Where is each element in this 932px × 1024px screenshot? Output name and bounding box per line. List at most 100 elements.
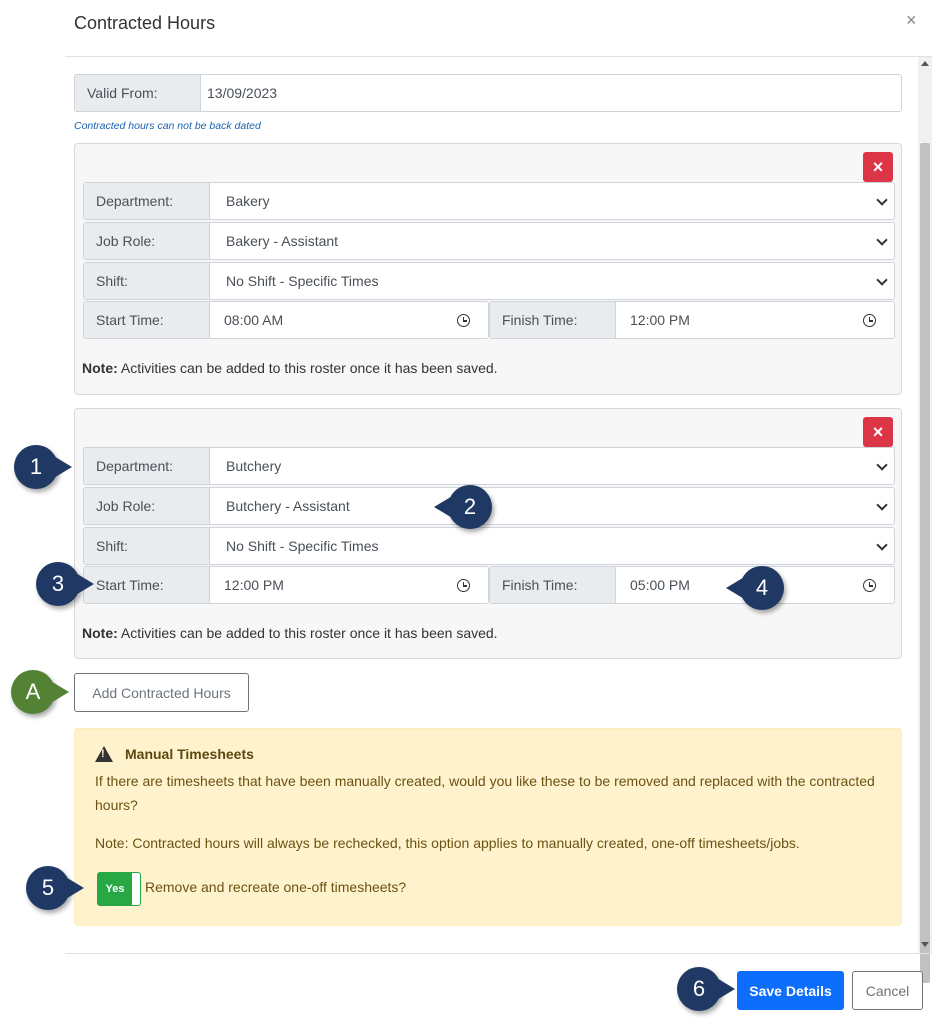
delete-roster-button[interactable]: × xyxy=(863,417,893,447)
callout-pointer xyxy=(715,977,735,1001)
start-time-group: Start Time: 08:00 AM xyxy=(83,301,489,339)
alert-title-text: Manual Timesheets xyxy=(125,746,254,762)
chevron-down-icon xyxy=(876,499,888,511)
department-select-group: Department: Butchery xyxy=(83,447,895,485)
finish-time-label: Finish Time: xyxy=(490,302,616,338)
scroll-thumb[interactable] xyxy=(920,143,930,983)
header-divider xyxy=(65,56,932,57)
roster-note: Note: Activities can be added to this ro… xyxy=(82,625,498,641)
department-select[interactable]: Bakery xyxy=(210,183,894,219)
delete-roster-button[interactable]: × xyxy=(863,152,893,182)
finish-time-input[interactable]: 12:00 PM xyxy=(616,302,894,338)
callout-number: 6 xyxy=(692,976,706,1001)
scroll-down-arrow-icon[interactable] xyxy=(921,942,929,947)
shift-select-group: Shift: No Shift - Specific Times xyxy=(83,262,895,300)
chevron-down-icon xyxy=(876,459,888,471)
start-time-label: Start Time: xyxy=(84,302,210,338)
callout-4: 4 xyxy=(726,566,784,610)
save-details-button[interactable]: Save Details xyxy=(737,971,844,1010)
callout-1: 1 xyxy=(14,445,72,489)
finish-time-value: 05:00 PM xyxy=(630,577,690,593)
add-contracted-hours-button[interactable]: Add Contracted Hours xyxy=(74,673,249,712)
callout-number: 4 xyxy=(755,575,769,600)
clock-icon[interactable] xyxy=(457,579,470,592)
callout-number: A xyxy=(25,679,41,704)
warning-icon xyxy=(95,746,113,762)
job-role-value: Bakery - Assistant xyxy=(226,233,339,249)
callout-pointer xyxy=(49,680,69,704)
shift-label: Shift: xyxy=(84,528,210,564)
shift-value: No Shift - Specific Times xyxy=(226,273,379,289)
callout-number: 1 xyxy=(29,454,43,479)
department-label: Department: xyxy=(84,448,210,484)
job-role-value: Butchery - Assistant xyxy=(226,498,350,514)
shift-value: No Shift - Specific Times xyxy=(226,538,379,554)
scroll-up-arrow-icon[interactable] xyxy=(921,61,929,66)
department-select-group: Department: Bakery xyxy=(83,182,895,220)
start-time-label: Start Time: xyxy=(84,567,210,603)
roster-card-2: × Department: Butchery Job Role: Butcher… xyxy=(74,408,902,659)
alert-note: Note: Contracted hours will always be re… xyxy=(95,835,800,851)
scrollbar[interactable] xyxy=(918,57,932,983)
callout-pointer xyxy=(52,455,72,479)
chevron-down-icon xyxy=(876,234,888,246)
finish-time-group: Finish Time: 12:00 PM xyxy=(489,301,895,339)
remove-recreate-toggle[interactable]: Yes xyxy=(97,872,141,906)
clock-icon[interactable] xyxy=(863,579,876,592)
clock-icon[interactable] xyxy=(457,314,470,327)
job-role-select[interactable]: Butchery - Assistant xyxy=(210,488,894,524)
callout-number: 2 xyxy=(463,494,477,519)
callout-number: 5 xyxy=(41,875,55,900)
callout-number: 3 xyxy=(51,571,65,596)
chevron-down-icon xyxy=(876,274,888,286)
department-value: Butchery xyxy=(226,458,282,474)
roster-note: Note: Activities can be added to this ro… xyxy=(82,360,498,376)
start-time-value: 12:00 PM xyxy=(224,577,284,593)
job-role-label: Job Role: xyxy=(84,223,210,259)
callout-pointer xyxy=(74,572,94,596)
department-value: Bakery xyxy=(226,193,270,209)
close-icon[interactable]: × xyxy=(906,10,917,31)
alert-question: If there are timesheets that have been m… xyxy=(95,773,875,813)
start-time-input[interactable]: 08:00 AM xyxy=(210,302,488,338)
note-label: Note: xyxy=(82,625,118,641)
job-role-select[interactable]: Bakery - Assistant xyxy=(210,223,894,259)
toggle-knob xyxy=(132,873,140,905)
callout-a: A xyxy=(11,670,69,714)
start-time-input[interactable]: 12:00 PM xyxy=(210,567,488,603)
clock-icon[interactable] xyxy=(863,314,876,327)
note-label: Note: xyxy=(82,360,118,376)
valid-from-hint: Contracted hours can not be back dated xyxy=(74,120,261,132)
close-icon: × xyxy=(872,156,884,177)
callout-pointer xyxy=(726,576,746,600)
callout-pointer xyxy=(434,495,454,519)
shift-label: Shift: xyxy=(84,263,210,299)
shift-select[interactable]: No Shift - Specific Times xyxy=(210,528,894,564)
start-time-group: Start Time: 12:00 PM xyxy=(83,566,489,604)
valid-from-label: Valid From: xyxy=(75,75,201,111)
alert-title: Manual Timesheets xyxy=(95,746,254,762)
toggle-on-label: Yes xyxy=(105,883,125,895)
footer-divider xyxy=(65,953,932,954)
shift-select-group: Shift: No Shift - Specific Times xyxy=(83,527,895,565)
finish-time-group: Finish Time: 05:00 PM xyxy=(489,566,895,604)
callout-pointer xyxy=(64,876,84,900)
toggle-label: Remove and recreate one-off timesheets? xyxy=(145,879,407,895)
roster-card-1: × Department: Bakery Job Role: Bakery - … xyxy=(74,143,902,395)
start-time-value: 08:00 AM xyxy=(224,312,284,328)
cancel-button[interactable]: Cancel xyxy=(852,971,923,1010)
department-select[interactable]: Butchery xyxy=(210,448,894,484)
shift-select[interactable]: No Shift - Specific Times xyxy=(210,263,894,299)
finish-time-value: 12:00 PM xyxy=(630,312,690,328)
callout-5: 5 xyxy=(26,866,84,910)
job-role-label: Job Role: xyxy=(84,488,210,524)
callout-3: 3 xyxy=(36,562,94,606)
valid-from-input[interactable]: 13/09/2023 xyxy=(201,75,901,111)
note-text: Activities can be added to this roster o… xyxy=(120,360,498,376)
callout-2: 2 xyxy=(434,485,492,529)
valid-from-group: Valid From: 13/09/2023 xyxy=(74,74,902,112)
finish-time-label: Finish Time: xyxy=(490,567,616,603)
chevron-down-icon xyxy=(876,539,888,551)
callout-6: 6 xyxy=(677,967,735,1011)
close-icon: × xyxy=(872,421,884,442)
